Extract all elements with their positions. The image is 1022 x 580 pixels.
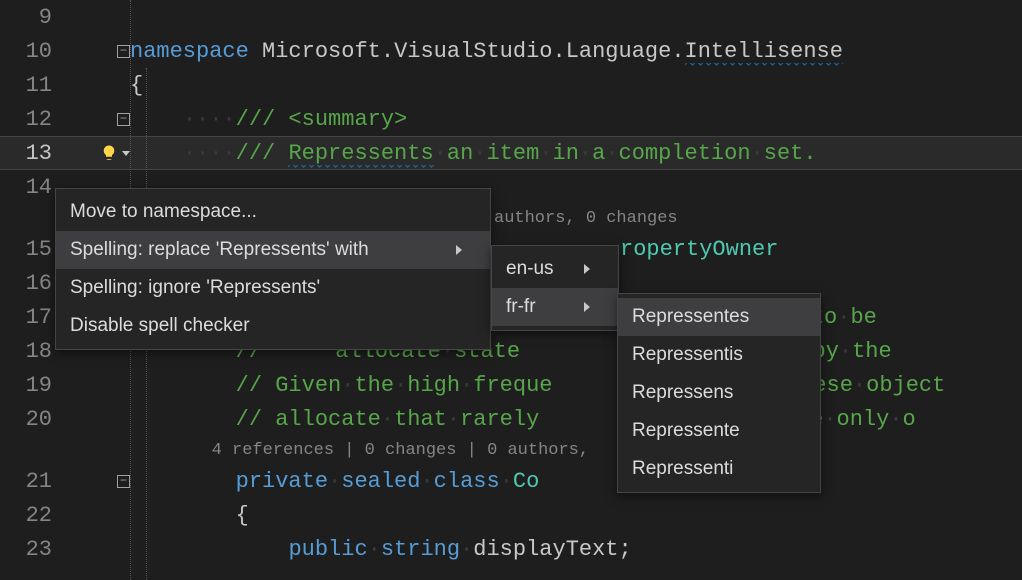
move-to-namespace-item[interactable]: Move to namespace... xyxy=(56,193,490,231)
line-number: 19 xyxy=(0,373,60,398)
code-line[interactable]: 23 public·string·displayText; xyxy=(0,532,1022,566)
line-number: 22 xyxy=(0,503,60,528)
code-line[interactable]: 19 // Given·the·high·frequeh·these·objec… xyxy=(0,368,1022,402)
menu-item-label: Repressente xyxy=(632,420,740,442)
whitespace-dots: ···· xyxy=(183,141,236,166)
chevron-right-icon xyxy=(456,245,462,255)
line-number: 9 xyxy=(0,5,60,30)
line-number: 20 xyxy=(0,407,60,432)
line-number: 13 xyxy=(0,141,60,166)
line-number: 21 xyxy=(0,469,60,494)
code-line[interactable]: 10 − namespace Microsoft.VisualStudio.La… xyxy=(0,34,1022,68)
code-line[interactable]: 22 { xyxy=(0,498,1022,532)
spelling-ignore-item[interactable]: Spelling: ignore 'Repressents' xyxy=(56,269,490,307)
suggestion-item[interactable]: Repressentes xyxy=(618,298,820,336)
suggestion-item[interactable]: Repressente xyxy=(618,412,820,450)
code-line[interactable]: 9 xyxy=(0,0,1022,34)
line-number: 17 xyxy=(0,305,60,330)
whitespace-dots: ···· xyxy=(183,107,236,132)
lightbulb-button[interactable] xyxy=(100,144,130,162)
brace: { xyxy=(130,73,143,98)
fold-minus-icon[interactable]: − xyxy=(117,45,130,58)
menu-item-label: Spelling: ignore 'Repressents' xyxy=(70,277,320,299)
line-number: 18 xyxy=(0,339,60,364)
line-number: 14 xyxy=(0,175,60,200)
code-line[interactable]: 21 − private·sealed·class·Co xyxy=(0,464,1022,498)
namespace-part: Microsoft xyxy=(262,39,381,64)
line-number: 12 xyxy=(0,107,60,132)
menu-item-label: Move to namespace... xyxy=(70,201,257,223)
lightbulb-icon xyxy=(100,144,118,162)
menu-item-label: Repressentis xyxy=(632,344,743,366)
margin[interactable]: − xyxy=(80,45,130,58)
doc-comment: /// <summary> xyxy=(236,107,408,132)
menu-item-label: Repressentes xyxy=(632,306,749,328)
codelens[interactable]: 4 references | 0 changes | 0 authors, xyxy=(0,436,1022,464)
codelens-text[interactable]: 4 references | 0 changes | 0 authors, xyxy=(212,441,600,460)
menu-item-label: Repressenti xyxy=(632,458,733,480)
chevron-right-icon xyxy=(584,302,590,312)
namespace-part: VisualStudio xyxy=(394,39,552,64)
disable-spell-checker-item[interactable]: Disable spell checker xyxy=(56,307,490,345)
lang-fr-fr-item[interactable]: fr-fr xyxy=(492,288,618,326)
menu-item-label: Disable spell checker xyxy=(70,315,250,337)
line-number: 16 xyxy=(0,271,60,296)
doc-comment: /// xyxy=(236,141,289,166)
code-line[interactable]: 11 { xyxy=(0,68,1022,102)
type-name: ropertyOwner xyxy=(620,237,778,262)
menu-item-label: Repressens xyxy=(632,382,733,404)
language-submenu[interactable]: en-us fr-fr xyxy=(491,245,619,331)
fold-minus-icon[interactable]: − xyxy=(117,113,130,126)
fold-minus-icon[interactable]: − xyxy=(117,475,130,488)
code-actions-margin[interactable] xyxy=(80,144,130,162)
code-editor[interactable]: 9 10 − namespace Microsoft.VisualStudio.… xyxy=(0,0,1022,580)
code-line[interactable]: 12 − ····/// <summary> xyxy=(0,102,1022,136)
code-actions-menu[interactable]: Move to namespace... Spelling: replace '… xyxy=(55,188,491,350)
codelens-text[interactable]: authors, 0 changes xyxy=(494,209,678,228)
spelling-replace-item[interactable]: Spelling: replace 'Repressents' with xyxy=(56,231,490,269)
misspelled-word[interactable]: Repressents xyxy=(288,141,433,168)
line-number: 11 xyxy=(0,73,60,98)
suggestion-item[interactable]: Repressentis xyxy=(618,336,820,374)
chevron-down-icon xyxy=(122,151,130,156)
margin[interactable]: − xyxy=(80,113,130,126)
line-number: 15 xyxy=(0,237,60,262)
code-line-active[interactable]: 13 ····/// Repressents·an·item·in·a·comp… xyxy=(0,136,1022,170)
keyword: namespace xyxy=(130,39,249,64)
line-number: 10 xyxy=(0,39,60,64)
menu-item-label: Spelling: replace 'Repressents' with xyxy=(70,239,369,261)
line-number: 23 xyxy=(0,537,60,562)
suggestion-item[interactable]: Repressenti xyxy=(618,450,820,488)
menu-item-label: fr-fr xyxy=(506,296,536,318)
lang-en-us-item[interactable]: en-us xyxy=(492,250,618,288)
code-line[interactable]: 20 // allocate·that·rarelystate·only·o xyxy=(0,402,1022,436)
chevron-right-icon xyxy=(584,264,590,274)
namespace-part: Language xyxy=(566,39,672,64)
menu-item-label: en-us xyxy=(506,258,554,280)
namespace-part: Intellisense xyxy=(685,39,843,66)
suggestions-submenu[interactable]: Repressentes Repressentis Repressens Rep… xyxy=(617,293,821,493)
suggestion-item[interactable]: Repressens xyxy=(618,374,820,412)
